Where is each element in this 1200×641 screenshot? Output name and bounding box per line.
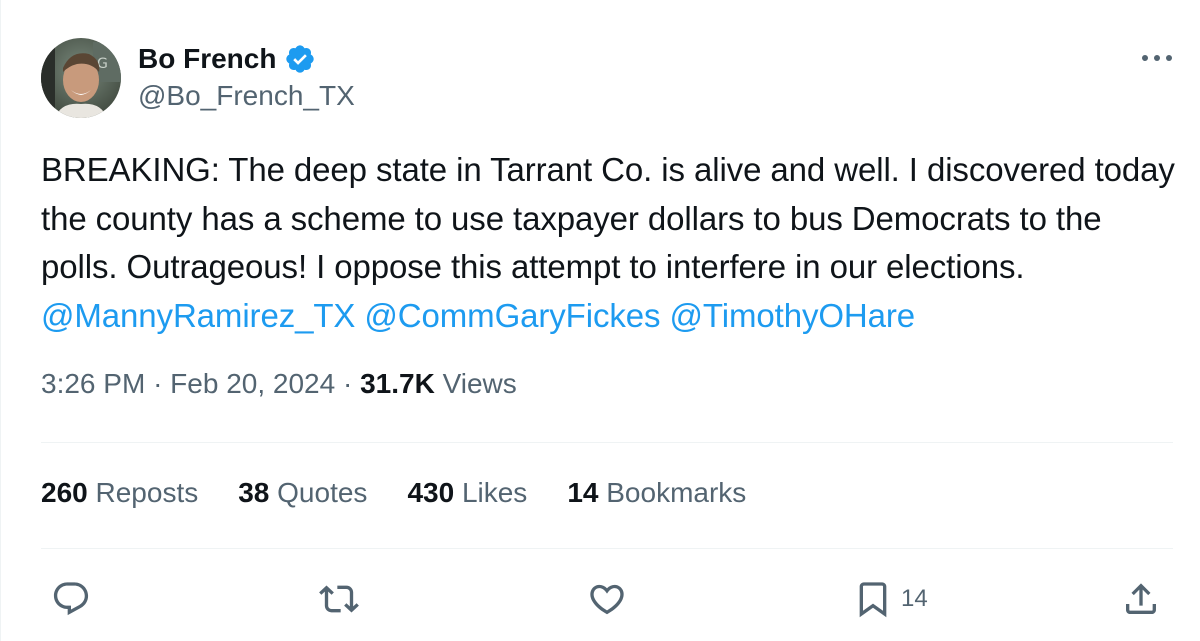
stat-label: Reposts — [95, 477, 199, 508]
like-button[interactable] — [587, 572, 635, 626]
mention-link[interactable]: @TimothyOHare — [670, 297, 916, 334]
stat-reposts[interactable]: 260 Reposts — [41, 477, 198, 509]
stat-bookmarks[interactable]: 14 Bookmarks — [567, 477, 746, 509]
stat-count: 430 — [407, 477, 455, 508]
divider — [41, 548, 1173, 549]
stat-count: 14 — [567, 477, 599, 508]
tweet-detail: G Bo French @Bo_French_TX BREAKING: The … — [0, 0, 1200, 641]
verified-badge-icon[interactable] — [284, 43, 316, 75]
reply-button[interactable] — [51, 572, 99, 626]
repost-button[interactable] — [319, 572, 367, 626]
share-icon — [1126, 583, 1156, 614]
engagement-stats: 260 Reposts 38 Quotes 430 Likes 14 Bookm… — [41, 477, 786, 509]
bookmark-count: 14 — [901, 585, 928, 612]
avatar-photo: G — [41, 38, 121, 118]
tweet-text-segment: BREAKING: The deep state in Tarrant Co. … — [41, 151, 1175, 285]
avatar[interactable]: G — [41, 38, 121, 118]
meta-separator: · — [342, 368, 353, 399]
stat-quotes[interactable]: 38 Quotes — [238, 477, 367, 509]
stat-count: 38 — [238, 477, 270, 508]
stat-likes[interactable]: 430 Likes — [407, 477, 527, 509]
more-options-button[interactable] — [1137, 48, 1177, 72]
stat-label: Bookmarks — [606, 477, 747, 508]
reply-icon — [53, 582, 89, 616]
divider — [41, 442, 1173, 443]
tweet-time[interactable]: 3:26 PM — [41, 368, 145, 399]
repost-icon — [319, 585, 359, 613]
meta-separator: · — [153, 368, 163, 399]
author-name[interactable]: Bo French — [138, 43, 276, 75]
bookmark-icon — [859, 582, 887, 618]
tweet-text-segment — [660, 297, 669, 334]
stat-label: Likes — [461, 477, 528, 508]
views-count: 31.7K — [360, 368, 435, 399]
bookmark-button[interactable]: 14 — [853, 572, 928, 626]
stat-label: Quotes — [277, 477, 368, 508]
mention-link[interactable]: @MannyRamirez_TX — [41, 297, 355, 334]
author-block: Bo French @Bo_French_TX — [138, 40, 355, 112]
tweet-date[interactable]: Feb 20, 2024 — [170, 368, 335, 399]
share-button[interactable] — [1121, 572, 1161, 626]
action-bar: 14 — [1, 572, 1200, 626]
tweet-meta: 3:26 PM · Feb 20, 2024 · 31.7K Views — [41, 368, 517, 400]
heart-icon — [590, 584, 624, 615]
stat-count: 260 — [41, 477, 88, 508]
tweet-text: BREAKING: The deep state in Tarrant Co. … — [41, 146, 1181, 340]
views-label: Views — [442, 368, 517, 399]
mention-link[interactable]: @CommGaryFickes — [364, 297, 660, 334]
author-handle[interactable]: @Bo_French_TX — [138, 80, 355, 112]
more-icon — [1142, 55, 1172, 61]
